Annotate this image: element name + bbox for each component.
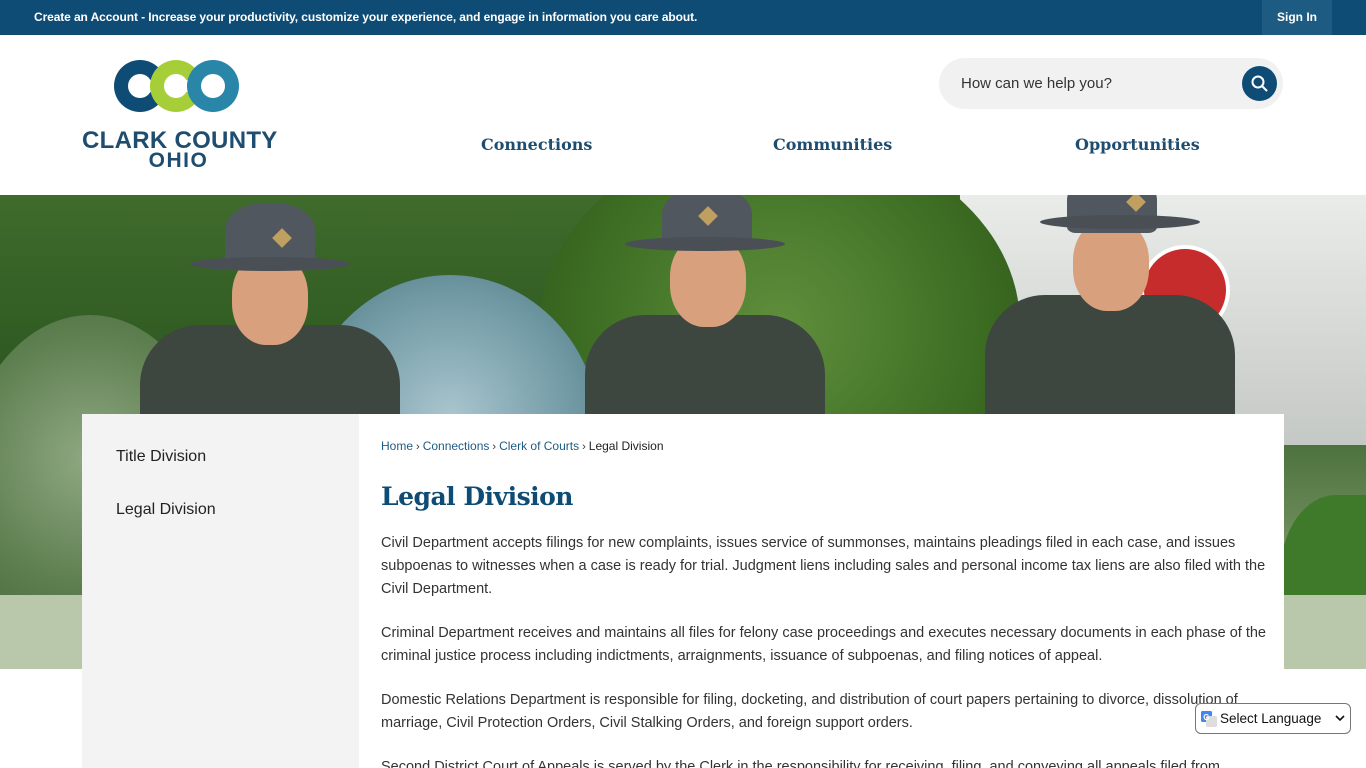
site-header: CLARK COUNTY OHIO Connections Communitie…	[0, 35, 1366, 195]
chevron-down-icon	[1335, 715, 1345, 722]
nav-communities[interactable]: Communities	[773, 135, 892, 154]
breadcrumb-separator: ›	[416, 441, 420, 453]
breadcrumb-current: Legal Division	[588, 439, 664, 453]
search-input[interactable]	[961, 72, 1231, 94]
search-icon	[1251, 75, 1268, 92]
court-of-appeals-paragraph: Second District Court of Appeals is serv…	[381, 759, 1220, 768]
breadcrumb-separator: ›	[582, 441, 586, 453]
page-title: Legal Division	[381, 482, 574, 511]
breadcrumb-connections[interactable]: Connections	[423, 439, 490, 453]
nav-connections[interactable]: Connections	[481, 135, 592, 154]
breadcrumb: Home › Connections › Clerk of Courts › Legal D…	[381, 439, 664, 453]
secondary-nav: Title Division Legal Division	[82, 414, 359, 768]
account-message: Create an Account - Increase your produc…	[34, 10, 697, 24]
create-account-link[interactable]: Create an Account	[34, 10, 138, 24]
logo-text-state: OHIO	[148, 149, 209, 172]
main-content: Home › Connections › Clerk of Courts › Legal D…	[359, 414, 1284, 768]
sign-in-button[interactable]: Sign In	[1262, 0, 1332, 35]
civil-department-paragraph: Civil Department accepts filings for new…	[381, 535, 1266, 597]
language-select[interactable]: G Select Language	[1195, 703, 1351, 734]
account-benefits-text: - Increase your productivity, customize …	[137, 10, 698, 24]
google-translate-icon: G	[1201, 711, 1217, 727]
clark-county-logo[interactable]: CLARK COUNTY OHIO	[82, 59, 277, 172]
sidebar-item-legal-division[interactable]: Legal Division	[116, 501, 216, 519]
nav-opportunities[interactable]: Opportunities	[1075, 135, 1200, 154]
breadcrumb-separator: ›	[492, 441, 497, 453]
breadcrumb-clerk-of-courts[interactable]: Clerk of Courts	[499, 439, 579, 453]
cco-logo-icon	[114, 60, 239, 112]
domestic-relations-paragraph: Domestic Relations Department is respons…	[381, 692, 1238, 731]
svg-text:G: G	[1203, 713, 1209, 722]
account-bar: Create an Account - Increase your produc…	[0, 0, 1366, 35]
search-button[interactable]	[1242, 66, 1277, 101]
language-select-label: Select Language	[1220, 711, 1322, 726]
sidebar-item-title-division[interactable]: Title Division	[116, 448, 206, 466]
search-box	[939, 58, 1283, 109]
breadcrumb-home[interactable]: Home	[381, 439, 413, 453]
criminal-department-paragraph: Criminal Department receives and maintai…	[381, 625, 1266, 664]
